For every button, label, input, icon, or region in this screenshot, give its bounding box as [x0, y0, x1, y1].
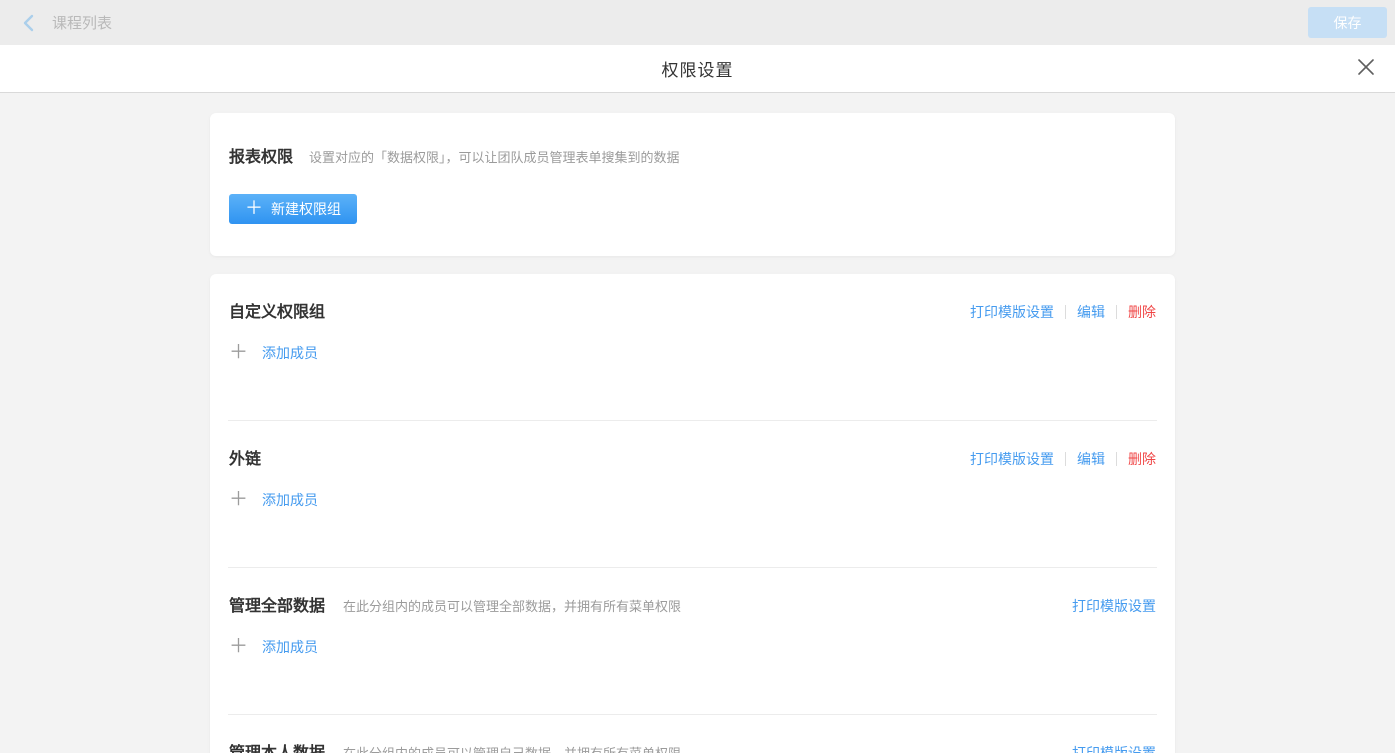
- group-header: 管理全部数据 在此分组内的成员可以管理全部数据，并拥有所有菜单权限 打印模版设置: [229, 592, 1156, 616]
- plus-icon: ＋: [229, 490, 248, 510]
- group-description: 在此分组内的成员可以管理自己数据，并拥有所有菜单权限: [343, 743, 681, 753]
- close-button[interactable]: [1356, 59, 1376, 79]
- action-separator: [1065, 305, 1066, 319]
- permission-group-row: 外链 打印模版设置 编辑 删除 ＋ 添加成员: [228, 421, 1157, 568]
- group-header: 外链 打印模版设置 编辑 删除: [229, 445, 1156, 469]
- add-member-label: 添加成员: [262, 637, 318, 657]
- save-button[interactable]: 保存: [1308, 7, 1387, 38]
- print-template-settings-link[interactable]: 打印模版设置: [1072, 743, 1156, 753]
- permission-group-row: 管理全部数据 在此分组内的成员可以管理全部数据，并拥有所有菜单权限 打印模版设置…: [228, 568, 1157, 715]
- modal-body: 报表权限 设置对应的「数据权限」，可以让团队成员管理表单搜集到的数据 ＋ 新建权…: [0, 93, 1395, 753]
- add-member-button[interactable]: ＋ 添加成员: [229, 490, 1156, 510]
- page-breadcrumb-label: 课程列表: [52, 12, 112, 33]
- group-actions: 打印模版设置 编辑 删除: [970, 302, 1156, 322]
- group-header: 管理本人数据 在此分组内的成员可以管理自己数据，并拥有所有菜单权限 打印模版设置: [229, 739, 1156, 753]
- edit-link[interactable]: 编辑: [1077, 302, 1105, 322]
- permission-group-row: 自定义权限组 打印模版设置 编辑 删除 ＋ 添加成员: [228, 274, 1157, 421]
- add-member-button[interactable]: ＋ 添加成员: [229, 343, 1156, 363]
- new-permission-group-label: 新建权限组: [271, 199, 341, 219]
- modal-title: 权限设置: [662, 56, 734, 81]
- group-name: 自定义权限组: [229, 298, 325, 322]
- group-description: 在此分组内的成员可以管理全部数据，并拥有所有菜单权限: [343, 596, 681, 615]
- print-template-settings-link[interactable]: 打印模版设置: [970, 302, 1054, 322]
- section-title: 报表权限: [229, 143, 293, 167]
- top-app-bar: 课程列表 保存: [0, 0, 1395, 45]
- add-member-button[interactable]: ＋ 添加成员: [229, 637, 1156, 657]
- print-template-settings-link[interactable]: 打印模版设置: [970, 449, 1054, 469]
- modal-header: 权限设置: [0, 45, 1395, 93]
- plus-icon: ＋: [245, 199, 263, 217]
- permission-group-row: 管理本人数据 在此分组内的成员可以管理自己数据，并拥有所有菜单权限 打印模版设置…: [228, 715, 1157, 753]
- add-member-label: 添加成员: [262, 343, 318, 363]
- group-name: 管理本人数据: [229, 739, 325, 753]
- action-separator: [1116, 452, 1117, 466]
- add-member-label: 添加成员: [262, 490, 318, 510]
- back-button[interactable]: [22, 14, 36, 32]
- action-separator: [1065, 452, 1066, 466]
- section-description: 设置对应的「数据权限」，可以让团队成员管理表单搜集到的数据: [309, 147, 680, 166]
- group-name: 外链: [229, 445, 261, 469]
- plus-icon: ＋: [229, 637, 248, 657]
- plus-icon: ＋: [229, 343, 248, 363]
- close-icon: [1357, 58, 1375, 81]
- permission-groups-card: 自定义权限组 打印模版设置 编辑 删除 ＋ 添加成员 外链 打印模版设置: [210, 274, 1175, 753]
- group-actions: 打印模版设置: [1072, 743, 1156, 753]
- report-permissions-header: 报表权限 设置对应的「数据权限」，可以让团队成员管理表单搜集到的数据: [229, 143, 1155, 167]
- group-actions: 打印模版设置 编辑 删除: [970, 449, 1156, 469]
- edit-link[interactable]: 编辑: [1077, 449, 1105, 469]
- delete-link[interactable]: 删除: [1128, 449, 1156, 469]
- report-permissions-card: 报表权限 设置对应的「数据权限」，可以让团队成员管理表单搜集到的数据 ＋ 新建权…: [210, 113, 1175, 256]
- chevron-left-icon: [22, 14, 36, 32]
- group-header: 自定义权限组 打印模版设置 编辑 删除: [229, 298, 1156, 322]
- print-template-settings-link[interactable]: 打印模版设置: [1072, 596, 1156, 616]
- delete-link[interactable]: 删除: [1128, 302, 1156, 322]
- group-name: 管理全部数据: [229, 592, 325, 616]
- group-actions: 打印模版设置: [1072, 596, 1156, 616]
- new-permission-group-button[interactable]: ＋ 新建权限组: [229, 194, 357, 224]
- action-separator: [1116, 305, 1117, 319]
